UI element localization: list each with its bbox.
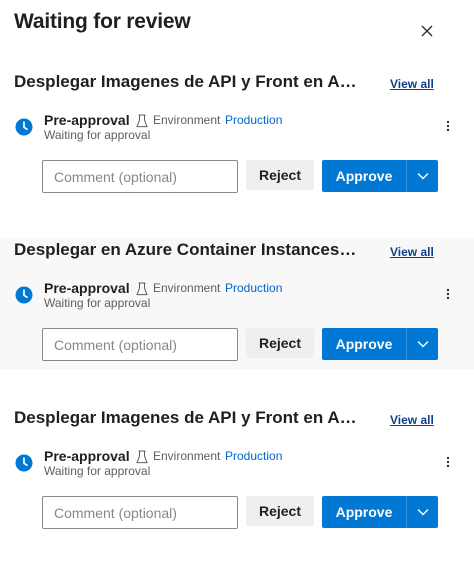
close-button[interactable] [415, 19, 439, 43]
more-options-button[interactable] [441, 117, 455, 135]
more-options-button[interactable] [441, 453, 455, 471]
more-vertical-icon [446, 120, 450, 132]
environment-icon [136, 282, 148, 296]
stage-name: Desplegar en Azure Container Instances … [14, 240, 360, 259]
stage-header: Desplegar Imagenes de API y Front en A… … [14, 406, 474, 434]
stage-name: Desplegar Imagenes de API y Front en A… [14, 408, 357, 427]
comment-input[interactable] [42, 160, 238, 193]
check-status: Waiting for approval [44, 128, 151, 142]
panel-title: Waiting for review [14, 10, 191, 33]
reject-button[interactable]: Reject [246, 160, 314, 190]
clock-icon [15, 286, 33, 304]
close-icon [421, 25, 433, 37]
reject-button[interactable]: Reject [246, 496, 314, 526]
chevron-down-icon [417, 173, 428, 180]
view-all-link[interactable]: View all [390, 77, 434, 91]
environment-link[interactable]: Production [225, 281, 282, 295]
approve-button[interactable]: Approve [322, 160, 406, 192]
reject-button[interactable]: Reject [246, 328, 314, 358]
stage-section: Desplegar Imagenes de API y Front en A… … [0, 70, 474, 206]
environment-link[interactable]: Production [225, 113, 282, 127]
more-vertical-icon [446, 456, 450, 468]
chevron-down-icon [417, 509, 428, 516]
approve-options-button[interactable] [406, 328, 438, 360]
clock-icon [15, 454, 33, 472]
stage-section: Desplegar Imagenes de API y Front en A… … [0, 406, 474, 542]
check-status: Waiting for approval [44, 296, 151, 310]
environment-icon [136, 450, 148, 464]
stage-section: Desplegar en Azure Container Instances …… [0, 238, 474, 369]
stage-name: Desplegar Imagenes de API y Front en A… [14, 72, 357, 91]
check-name: Pre-approval [44, 112, 130, 128]
approve-options-button[interactable] [406, 160, 438, 192]
check-status: Waiting for approval [44, 464, 151, 478]
check-name: Pre-approval [44, 448, 130, 464]
approve-button[interactable]: Approve [322, 496, 406, 528]
comment-input[interactable] [42, 496, 238, 529]
more-vertical-icon [446, 288, 450, 300]
clock-icon [15, 118, 33, 136]
view-all-link[interactable]: View all [390, 413, 434, 427]
environment-link[interactable]: Production [225, 449, 282, 463]
environment-label: Environment [153, 113, 221, 127]
stage-header: Desplegar en Azure Container Instances …… [14, 238, 474, 266]
view-all-link[interactable]: View all [390, 245, 434, 259]
environment-label: Environment [153, 281, 221, 295]
comment-input[interactable] [42, 328, 238, 361]
environment-icon [136, 114, 148, 128]
stage-header: Desplegar Imagenes de API y Front en A… … [14, 70, 474, 98]
check-name: Pre-approval [44, 280, 130, 296]
more-options-button[interactable] [441, 285, 455, 303]
environment-label: Environment [153, 449, 221, 463]
approve-options-button[interactable] [406, 496, 438, 528]
approve-button[interactable]: Approve [322, 328, 406, 360]
chevron-down-icon [417, 341, 428, 348]
